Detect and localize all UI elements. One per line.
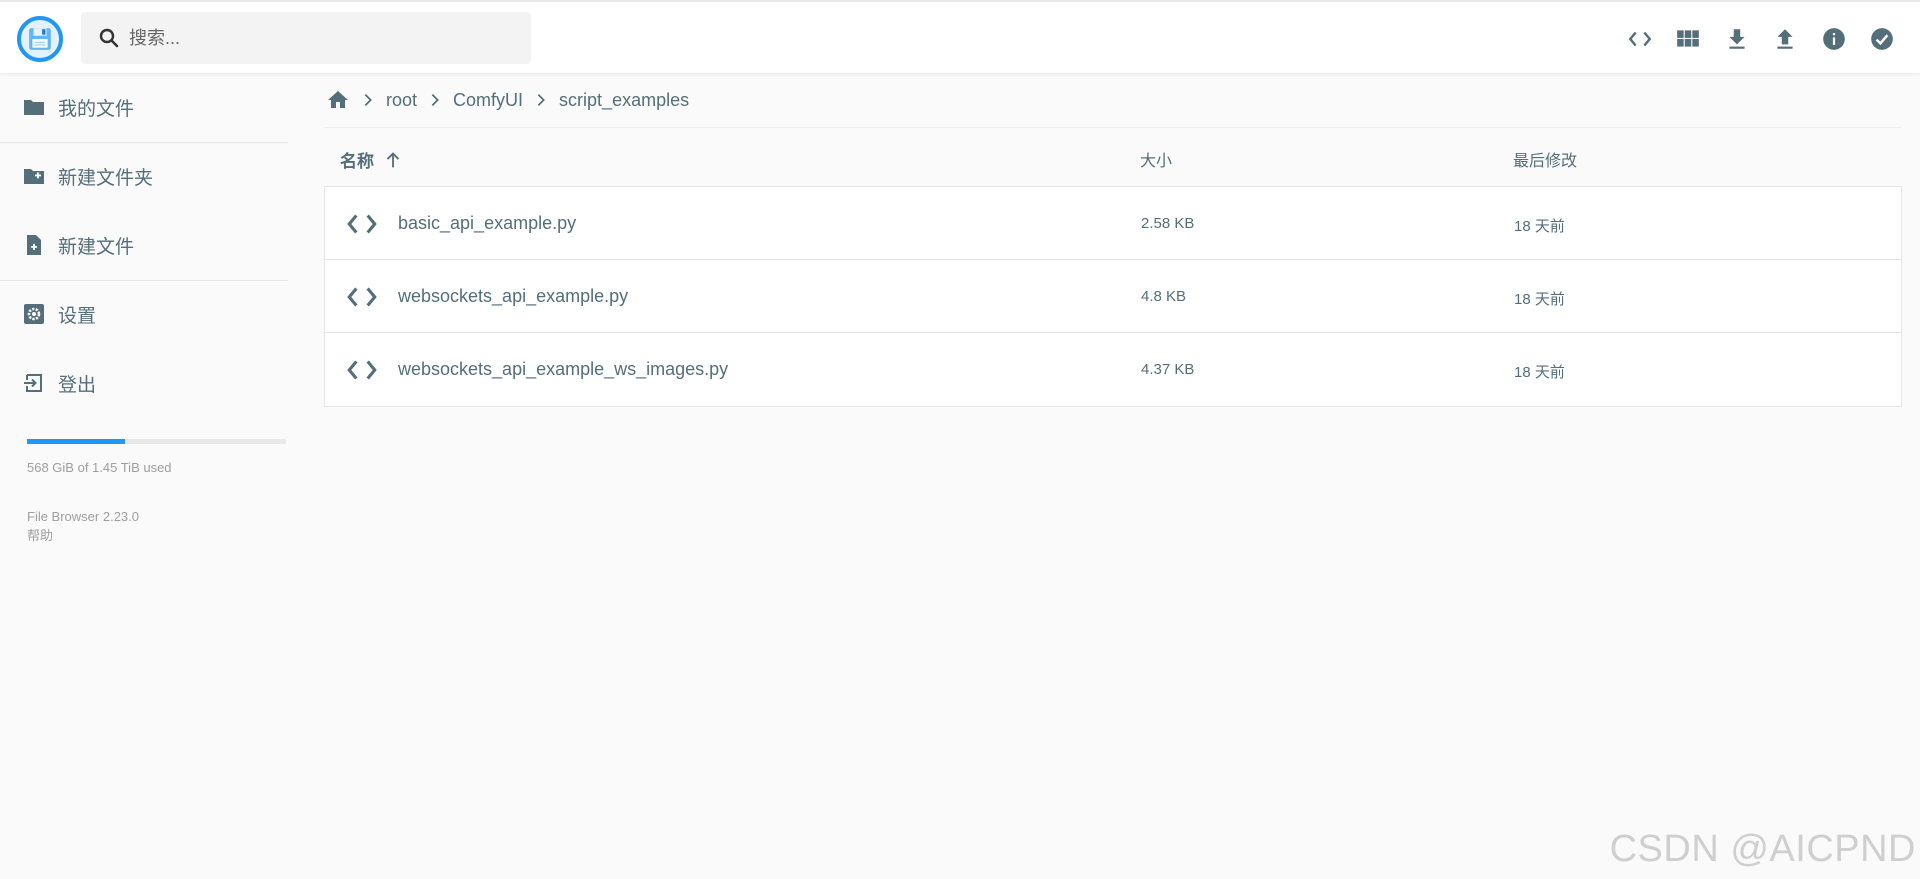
sidebar-item-my-files[interactable]: 我的文件 bbox=[0, 73, 290, 141]
sidebar-item-logout[interactable]: 登出 bbox=[0, 349, 290, 417]
chevron-right-icon bbox=[364, 94, 372, 106]
storage-usage-bar bbox=[27, 439, 286, 444]
sidebar-item-label: 新建文件 bbox=[58, 236, 135, 258]
sidebar-item-settings[interactable]: 设置 bbox=[0, 280, 290, 348]
chevron-right-icon bbox=[537, 94, 545, 106]
breadcrumb: root ComfyUI script_examples bbox=[326, 87, 689, 113]
sidebar-item-label: 登出 bbox=[58, 374, 97, 396]
new-file-icon bbox=[27, 235, 41, 255]
upload-button[interactable] bbox=[1768, 22, 1802, 56]
arrow-up-icon bbox=[386, 151, 400, 167]
home-icon[interactable] bbox=[326, 88, 350, 112]
upload-icon bbox=[1777, 29, 1793, 49]
storage-usage-text: 568 GiB of 1.45 TiB used bbox=[27, 460, 172, 475]
sidebar-item-new-file[interactable]: 新建文件 bbox=[0, 211, 290, 279]
code-icon bbox=[1628, 31, 1651, 47]
breadcrumb-comfyui[interactable]: ComfyUI bbox=[453, 90, 523, 111]
code-file-icon bbox=[347, 214, 377, 234]
table-row[interactable]: websockets_api_example_ws_images.py 4.37… bbox=[325, 333, 1901, 406]
download-icon bbox=[1728, 29, 1745, 49]
sort-by-modified-button[interactable]: 最后修改 bbox=[1513, 147, 1577, 171]
chevron-right-icon bbox=[431, 94, 439, 106]
settings-icon bbox=[24, 304, 44, 324]
breadcrumb-root[interactable]: root bbox=[386, 90, 417, 111]
code-file-icon bbox=[347, 287, 377, 307]
breadcrumb-script-examples[interactable]: script_examples bbox=[559, 90, 689, 111]
search-input[interactable] bbox=[129, 27, 509, 49]
file-name: basic_api_example.py bbox=[398, 213, 577, 233]
file-list-header: 名称 大小 最后修改 bbox=[324, 128, 1902, 186]
table-row[interactable]: websockets_api_example.py 4.8 KB 18 天前 bbox=[325, 260, 1901, 333]
storage-usage-fill bbox=[27, 439, 126, 444]
toolbar-actions bbox=[1608, 22, 1899, 56]
column-header-size: 大小 bbox=[1140, 153, 1173, 170]
switch-view-button[interactable] bbox=[1671, 22, 1705, 56]
sidebar: 我的文件 新建文件夹 新建文件 设置 登出 568 GiB of 1.45 Ti… bbox=[0, 73, 290, 879]
help-link[interactable]: 帮助 bbox=[27, 526, 139, 545]
grid-view-icon bbox=[1677, 30, 1699, 47]
file-modified: 18 天前 bbox=[1514, 218, 1565, 235]
watermark: CSDN @AICPND bbox=[1609, 828, 1916, 870]
select-multiple-button[interactable] bbox=[1865, 22, 1899, 56]
app-logo[interactable] bbox=[17, 16, 63, 62]
file-size: 4.8 KB bbox=[1141, 288, 1187, 305]
sidebar-item-label: 我的文件 bbox=[58, 98, 135, 120]
file-modified: 18 天前 bbox=[1514, 364, 1565, 381]
top-bar bbox=[0, 0, 1920, 73]
sidebar-item-label: 新建文件夹 bbox=[58, 167, 154, 189]
file-name: websockets_api_example_ws_images.py bbox=[398, 359, 729, 379]
new-folder-icon bbox=[24, 169, 44, 184]
file-size: 2.58 KB bbox=[1141, 215, 1195, 232]
sort-by-size-button[interactable]: 大小 bbox=[1140, 147, 1172, 171]
sort-by-name-button[interactable]: 名称 bbox=[340, 147, 404, 172]
check-circle-icon bbox=[1871, 28, 1893, 50]
floppy-disk-icon bbox=[29, 28, 51, 50]
download-button[interactable] bbox=[1720, 22, 1754, 56]
search-box[interactable] bbox=[81, 12, 531, 64]
sidebar-item-new-folder[interactable]: 新建文件夹 bbox=[0, 142, 290, 210]
file-list: basic_api_example.py 2.58 KB 18 天前 webso… bbox=[324, 186, 1902, 407]
credits: File Browser 2.23.0 帮助 bbox=[27, 507, 139, 545]
code-file-icon bbox=[347, 360, 377, 380]
column-header-name: 名称 bbox=[340, 152, 374, 171]
version-link[interactable]: File Browser 2.23.0 bbox=[27, 507, 139, 526]
table-row[interactable]: basic_api_example.py 2.58 KB 18 天前 bbox=[325, 187, 1901, 260]
toggle-editor-button[interactable] bbox=[1623, 22, 1657, 56]
file-modified: 18 天前 bbox=[1514, 291, 1565, 308]
folder-icon bbox=[24, 100, 44, 115]
info-button[interactable] bbox=[1817, 22, 1851, 56]
search-icon bbox=[99, 28, 119, 48]
file-size: 4.37 KB bbox=[1141, 361, 1195, 378]
file-name: websockets_api_example.py bbox=[398, 286, 629, 306]
logout-icon bbox=[24, 374, 42, 392]
info-icon bbox=[1822, 28, 1845, 50]
column-header-modified: 最后修改 bbox=[1513, 153, 1578, 170]
sidebar-item-label: 设置 bbox=[58, 305, 97, 327]
